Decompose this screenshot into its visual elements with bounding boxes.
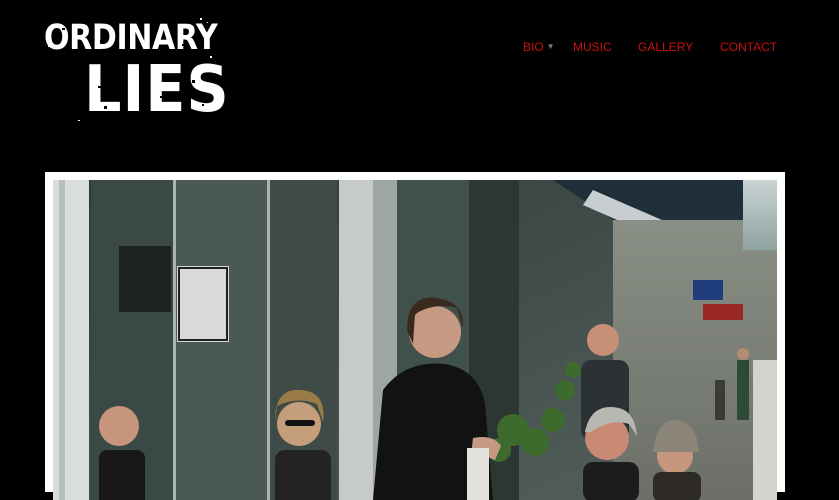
nav-gallery[interactable]: GALLERY: [638, 39, 720, 55]
nav-bio-label: BIO: [523, 40, 544, 54]
nav-contact-label: CONTACT: [720, 40, 778, 54]
dropdown-caret-icon: ▼: [546, 42, 555, 51]
site-logo[interactable]: ORDINARY LIES: [42, 16, 229, 130]
main-nav: BIO ▼ MUSIC GALLERY CONTACT: [523, 39, 777, 55]
hero-image-frame: [45, 172, 785, 500]
nav-gallery-label: GALLERY: [638, 40, 694, 54]
band-photo: [53, 180, 777, 500]
nav-bio[interactable]: BIO ▼: [523, 39, 573, 55]
nav-music-label: MUSIC: [573, 40, 612, 54]
site-header: ORDINARY LIES BIO ▼ MUSIC GALLERY CONTAC…: [0, 0, 839, 160]
logo-grunge-texture: [48, 18, 212, 121]
nav-music[interactable]: MUSIC: [573, 39, 638, 55]
nav-contact[interactable]: CONTACT: [720, 39, 777, 55]
band-photo-illustration: [53, 180, 777, 500]
